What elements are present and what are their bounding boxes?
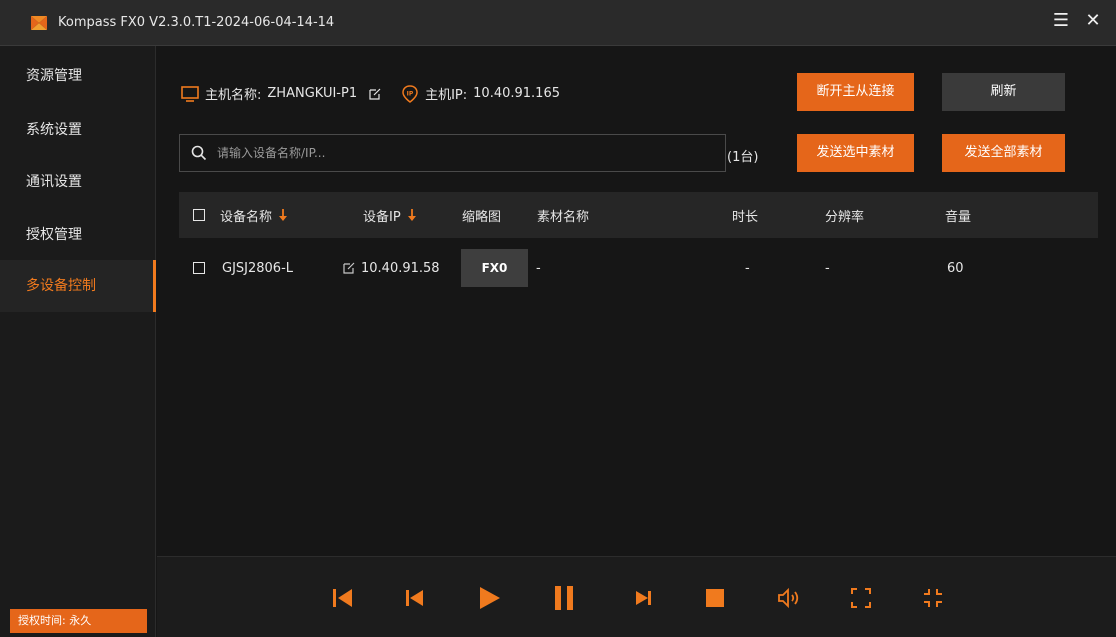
device-count: (1台)	[727, 150, 759, 165]
close-icon[interactable]: ✕	[1084, 12, 1102, 30]
app-window: Kompass FX0 V2.3.0.T1-2024-06-04-14-14 ☰…	[0, 0, 1116, 637]
search-box	[179, 134, 726, 172]
volume-icon[interactable]	[777, 585, 801, 611]
play-icon[interactable]	[478, 585, 502, 611]
thumbnail-image: FX0	[461, 249, 528, 287]
header-volume: 音量	[945, 209, 972, 225]
refresh-button[interactable]: 刷新	[942, 73, 1065, 111]
send-all-button[interactable]: 发送全部素材	[942, 134, 1065, 172]
exit-fullscreen-icon[interactable]	[921, 585, 945, 611]
sidebar-item-system-settings[interactable]: 系统设置	[0, 104, 156, 156]
header-material-name: 素材名称	[537, 209, 590, 225]
host-info: 主机名称: ZHANGKUI-P1 IP 主机IP: 10.40.91.165	[181, 84, 560, 103]
playback-control-bar	[157, 556, 1116, 637]
header-resolution: 分辨率	[825, 209, 865, 225]
sidebar-item-license-management[interactable]: 授权管理	[0, 209, 156, 261]
edit-icon[interactable]	[369, 88, 381, 100]
row-volume: 60	[947, 260, 964, 276]
license-time-badge: 授权时间: 永久	[10, 609, 147, 633]
ip-location-icon: IP	[402, 84, 418, 103]
sidebar: 资源管理 系统设置 通讯设置 授权管理 多设备控制 授权时间: 永久	[0, 46, 156, 637]
sidebar-item-multi-device-control[interactable]: 多设备控制	[0, 260, 156, 312]
header-device-ip-label: 设备IP	[363, 209, 401, 225]
header-device-name-label: 设备名称	[220, 209, 273, 225]
select-all-checkbox[interactable]	[193, 209, 205, 221]
edit-icon[interactable]	[343, 262, 355, 274]
stop-icon[interactable]	[703, 585, 727, 611]
row-device-name: GJSJ2806-L	[222, 260, 294, 276]
header-device-name[interactable]: 设备名称	[220, 192, 288, 238]
app-title: Kompass FX0 V2.3.0.T1-2024-06-04-14-14	[58, 15, 335, 30]
pause-icon[interactable]	[552, 585, 576, 611]
skip-to-start-icon[interactable]	[331, 585, 355, 611]
fullscreen-icon[interactable]	[849, 585, 873, 611]
row-material-name: -	[536, 260, 541, 276]
table-row[interactable]: GJSJ2806-L 10.40.91.58 FX0 - - - 60	[179, 246, 1098, 290]
sort-down-arrow-icon[interactable]	[407, 208, 417, 222]
host-ip-label: 主机IP:	[425, 88, 468, 103]
monitor-icon	[181, 85, 199, 102]
host-name-value: ZHANGKUI-P1	[267, 86, 358, 101]
row-resolution: -	[825, 260, 830, 276]
title-bar: Kompass FX0 V2.3.0.T1-2024-06-04-14-14 ☰…	[0, 0, 1116, 46]
table-header: 设备名称 设备IP 缩略图 素材名称 时长 分辨率 音量	[179, 192, 1098, 238]
send-selected-button[interactable]: 发送选中素材	[797, 134, 914, 172]
search-input[interactable]	[215, 145, 699, 161]
row-checkbox[interactable]	[193, 262, 205, 274]
host-name-label: 主机名称:	[205, 88, 262, 103]
next-icon[interactable]	[632, 585, 656, 611]
previous-icon[interactable]	[403, 585, 427, 611]
search-icon	[191, 145, 207, 161]
kompass-logo-icon	[31, 15, 47, 30]
host-ip-value: 10.40.91.165	[473, 86, 560, 101]
row-duration: -	[745, 260, 750, 276]
svg-text:IP: IP	[407, 90, 414, 97]
row-device-ip: 10.40.91.58	[343, 246, 440, 290]
hamburger-menu-icon[interactable]: ☰	[1052, 12, 1070, 30]
sort-down-arrow-icon[interactable]	[278, 208, 288, 222]
header-duration: 时长	[732, 209, 759, 225]
sidebar-item-communication-settings[interactable]: 通讯设置	[0, 156, 156, 208]
disconnect-button[interactable]: 断开主从连接	[797, 73, 914, 111]
main-content: 主机名称: ZHANGKUI-P1 IP 主机IP: 10.40.91.165 …	[157, 46, 1116, 556]
sidebar-item-resource-management[interactable]: 资源管理	[0, 50, 156, 102]
header-thumbnail: 缩略图	[462, 209, 502, 225]
row-device-ip-value: 10.40.91.58	[361, 260, 440, 276]
header-device-ip[interactable]: 设备IP	[363, 192, 417, 238]
